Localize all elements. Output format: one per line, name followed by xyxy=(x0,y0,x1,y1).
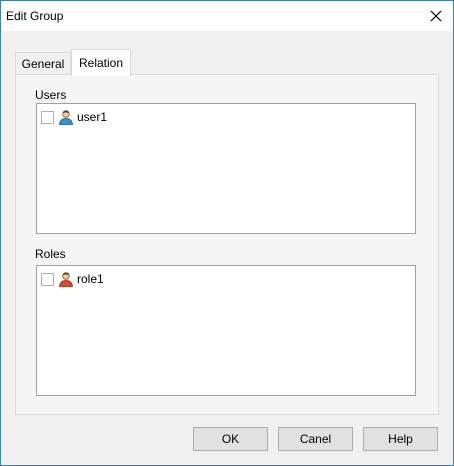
dialog-title: Edit Group xyxy=(6,9,64,23)
roles-list[interactable]: role1 xyxy=(36,265,416,396)
user1-checkbox[interactable] xyxy=(41,110,54,124)
tab-general-label: General xyxy=(21,56,65,71)
users-label: Users xyxy=(35,88,67,102)
users-list[interactable]: user1 xyxy=(36,103,416,234)
close-icon xyxy=(430,10,442,22)
roles-label: Roles xyxy=(35,247,66,261)
user1-label: user1 xyxy=(77,110,108,124)
help-button[interactable]: Help xyxy=(363,427,438,451)
edit-group-dialog: Edit Group General Relation Users user1 … xyxy=(0,0,454,466)
close-button[interactable] xyxy=(419,1,453,31)
user-icon xyxy=(59,110,73,125)
tab-general[interactable]: General xyxy=(15,52,71,74)
tab-relation-label: Relation xyxy=(78,56,124,70)
cancel-button[interactable]: Canel xyxy=(278,427,353,451)
role1-label: role1 xyxy=(77,272,104,286)
ok-button[interactable]: OK xyxy=(193,427,268,451)
role1-checkbox[interactable] xyxy=(41,272,54,286)
list-item[interactable]: user1 xyxy=(41,108,107,126)
title-bar: Edit Group xyxy=(1,1,453,31)
list-item[interactable]: role1 xyxy=(41,270,104,288)
role-icon xyxy=(59,272,73,287)
tab-relation[interactable]: Relation xyxy=(71,49,131,76)
